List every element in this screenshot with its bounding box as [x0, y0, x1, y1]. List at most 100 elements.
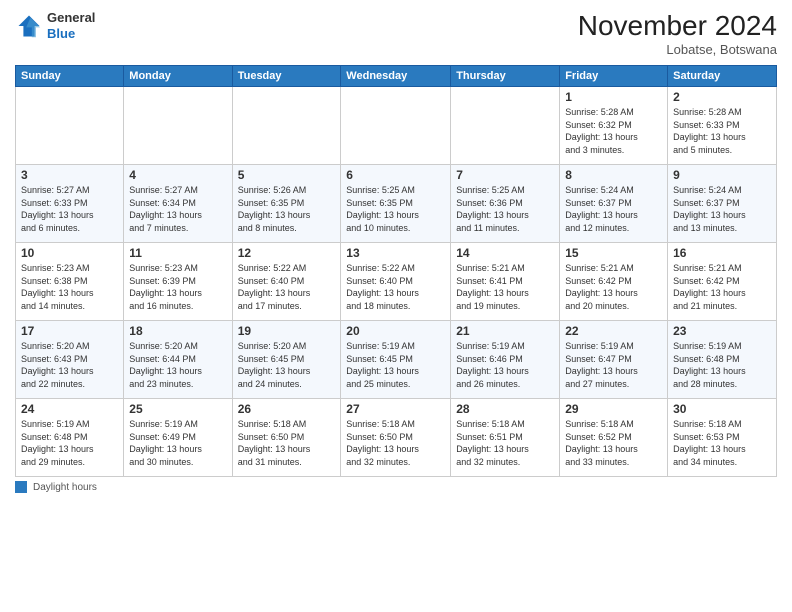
day-info: Sunrise: 5:18 AM Sunset: 6:50 PM Dayligh… [346, 418, 445, 468]
day-number: 24 [21, 402, 118, 416]
calendar-week-4: 17Sunrise: 5:20 AM Sunset: 6:43 PM Dayli… [16, 321, 777, 399]
col-saturday: Saturday [668, 66, 777, 87]
calendar-cell: 28 Sunrise: 5:18 AM Sunset: 6:51 PM Dayli… [451, 399, 560, 477]
day-info: Sunrise: 5:19 AM Sunset: 6:48 PM Dayligh… [21, 418, 118, 468]
day-info: Sunrise: 5:19 AM Sunset: 6:46 PM Dayligh… [456, 340, 554, 390]
day-number: 25 [129, 402, 226, 416]
day-info: Sunrise: 5:27 AM Sunset: 6:34 PM Dayligh… [129, 184, 226, 234]
day-info: Sunrise: 5:28 AM Sunset: 6:32 PM Dayligh… [565, 106, 662, 156]
day-info: Sunrise: 5:19 AM Sunset: 6:49 PM Dayligh… [129, 418, 226, 468]
day-number: 23 [673, 324, 771, 338]
legend: Daylight hours [15, 481, 777, 493]
day-number: 22 [565, 324, 662, 338]
day-info: Sunrise: 5:24 AM Sunset: 6:37 PM Dayligh… [673, 184, 771, 234]
calendar-cell: 15 Sunrise: 5:21 AM Sunset: 6:42 PM Dayli… [560, 243, 668, 321]
day-info: Sunrise: 5:19 AM Sunset: 6:48 PM Dayligh… [673, 340, 771, 390]
calendar-cell: 10 Sunrise: 5:23 AM Sunset: 6:38 PM Dayli… [16, 243, 124, 321]
calendar-cell: 21 Sunrise: 5:19 AM Sunset: 6:46 PM Dayli… [451, 321, 560, 399]
page: General Blue November 2024 Lobatse, Bots… [0, 0, 792, 612]
day-number: 27 [346, 402, 445, 416]
col-thursday: Thursday [451, 66, 560, 87]
day-info: Sunrise: 5:18 AM Sunset: 6:53 PM Dayligh… [673, 418, 771, 468]
day-info: Sunrise: 5:24 AM Sunset: 6:37 PM Dayligh… [565, 184, 662, 234]
col-tuesday: Tuesday [232, 66, 341, 87]
day-info: Sunrise: 5:27 AM Sunset: 6:33 PM Dayligh… [21, 184, 118, 234]
calendar-cell: 27 Sunrise: 5:18 AM Sunset: 6:50 PM Dayli… [341, 399, 451, 477]
legend-color-box [15, 481, 27, 493]
day-number: 13 [346, 246, 445, 260]
day-number: 9 [673, 168, 771, 182]
calendar-cell: 13 Sunrise: 5:22 AM Sunset: 6:40 PM Dayli… [341, 243, 451, 321]
day-info: Sunrise: 5:28 AM Sunset: 6:33 PM Dayligh… [673, 106, 771, 156]
calendar-cell [341, 87, 451, 165]
day-info: Sunrise: 5:19 AM Sunset: 6:45 PM Dayligh… [346, 340, 445, 390]
day-info: Sunrise: 5:21 AM Sunset: 6:42 PM Dayligh… [565, 262, 662, 312]
title-section: November 2024 Lobatse, Botswana [578, 10, 777, 57]
calendar-cell: 12Sunrise: 5:22 AM Sunset: 6:40 PM Dayli… [232, 243, 341, 321]
calendar-week-5: 24 Sunrise: 5:19 AM Sunset: 6:48 PM Dayli… [16, 399, 777, 477]
day-info: Sunrise: 5:20 AM Sunset: 6:45 PM Dayligh… [238, 340, 336, 390]
calendar-cell: 17Sunrise: 5:20 AM Sunset: 6:43 PM Dayli… [16, 321, 124, 399]
calendar-cell: 11 Sunrise: 5:23 AM Sunset: 6:39 PM Dayli… [124, 243, 232, 321]
calendar-cell: 7Sunrise: 5:25 AM Sunset: 6:36 PM Daylig… [451, 165, 560, 243]
day-number: 4 [129, 168, 226, 182]
location: Lobatse, Botswana [578, 42, 777, 57]
calendar-cell: 6 Sunrise: 5:25 AM Sunset: 6:35 PM Daylig… [341, 165, 451, 243]
day-number: 6 [346, 168, 445, 182]
col-wednesday: Wednesday [341, 66, 451, 87]
calendar-week-1: 1Sunrise: 5:28 AM Sunset: 6:32 PM Daylig… [16, 87, 777, 165]
day-info: Sunrise: 5:19 AM Sunset: 6:47 PM Dayligh… [565, 340, 662, 390]
calendar-header-row: Sunday Monday Tuesday Wednesday Thursday… [16, 66, 777, 87]
day-number: 5 [238, 168, 336, 182]
day-number: 30 [673, 402, 771, 416]
logo-text: General Blue [47, 10, 95, 41]
day-info: Sunrise: 5:21 AM Sunset: 6:41 PM Dayligh… [456, 262, 554, 312]
day-info: Sunrise: 5:25 AM Sunset: 6:35 PM Dayligh… [346, 184, 445, 234]
calendar-cell: 4 Sunrise: 5:27 AM Sunset: 6:34 PM Daylig… [124, 165, 232, 243]
calendar-cell: 19 Sunrise: 5:20 AM Sunset: 6:45 PM Dayli… [232, 321, 341, 399]
calendar-cell: 8Sunrise: 5:24 AM Sunset: 6:37 PM Daylig… [560, 165, 668, 243]
header: General Blue November 2024 Lobatse, Bots… [15, 10, 777, 57]
day-number: 21 [456, 324, 554, 338]
logo-general: General [47, 10, 95, 26]
calendar-cell: 26 Sunrise: 5:18 AM Sunset: 6:50 PM Dayli… [232, 399, 341, 477]
calendar-cell: 25 Sunrise: 5:19 AM Sunset: 6:49 PM Dayli… [124, 399, 232, 477]
calendar-cell: 9 Sunrise: 5:24 AM Sunset: 6:37 PM Daylig… [668, 165, 777, 243]
col-sunday: Sunday [16, 66, 124, 87]
calendar-cell: 5 Sunrise: 5:26 AM Sunset: 6:35 PM Daylig… [232, 165, 341, 243]
day-info: Sunrise: 5:21 AM Sunset: 6:42 PM Dayligh… [673, 262, 771, 312]
calendar-week-3: 10 Sunrise: 5:23 AM Sunset: 6:38 PM Dayli… [16, 243, 777, 321]
day-number: 26 [238, 402, 336, 416]
day-number: 11 [129, 246, 226, 260]
day-number: 12 [238, 246, 336, 260]
calendar-cell: 1Sunrise: 5:28 AM Sunset: 6:32 PM Daylig… [560, 87, 668, 165]
day-info: Sunrise: 5:23 AM Sunset: 6:38 PM Dayligh… [21, 262, 118, 312]
day-number: 10 [21, 246, 118, 260]
calendar-cell [124, 87, 232, 165]
logo-icon [15, 12, 43, 40]
day-number: 15 [565, 246, 662, 260]
calendar-cell: 30 Sunrise: 5:18 AM Sunset: 6:53 PM Dayli… [668, 399, 777, 477]
calendar-week-2: 3Sunrise: 5:27 AM Sunset: 6:33 PM Daylig… [16, 165, 777, 243]
month-title: November 2024 [578, 10, 777, 42]
day-number: 28 [456, 402, 554, 416]
day-number: 29 [565, 402, 662, 416]
day-number: 20 [346, 324, 445, 338]
day-info: Sunrise: 5:26 AM Sunset: 6:35 PM Dayligh… [238, 184, 336, 234]
day-info: Sunrise: 5:25 AM Sunset: 6:36 PM Dayligh… [456, 184, 554, 234]
calendar: Sunday Monday Tuesday Wednesday Thursday… [15, 65, 777, 477]
calendar-cell [451, 87, 560, 165]
day-info: Sunrise: 5:23 AM Sunset: 6:39 PM Dayligh… [129, 262, 226, 312]
legend-label: Daylight hours [33, 482, 97, 493]
logo: General Blue [15, 10, 95, 41]
day-number: 19 [238, 324, 336, 338]
day-info: Sunrise: 5:18 AM Sunset: 6:51 PM Dayligh… [456, 418, 554, 468]
day-number: 2 [673, 90, 771, 104]
calendar-cell: 20 Sunrise: 5:19 AM Sunset: 6:45 PM Dayli… [341, 321, 451, 399]
calendar-cell: 16Sunrise: 5:21 AM Sunset: 6:42 PM Dayli… [668, 243, 777, 321]
day-info: Sunrise: 5:18 AM Sunset: 6:52 PM Dayligh… [565, 418, 662, 468]
day-info: Sunrise: 5:22 AM Sunset: 6:40 PM Dayligh… [346, 262, 445, 312]
calendar-cell [232, 87, 341, 165]
day-info: Sunrise: 5:18 AM Sunset: 6:50 PM Dayligh… [238, 418, 336, 468]
day-number: 14 [456, 246, 554, 260]
